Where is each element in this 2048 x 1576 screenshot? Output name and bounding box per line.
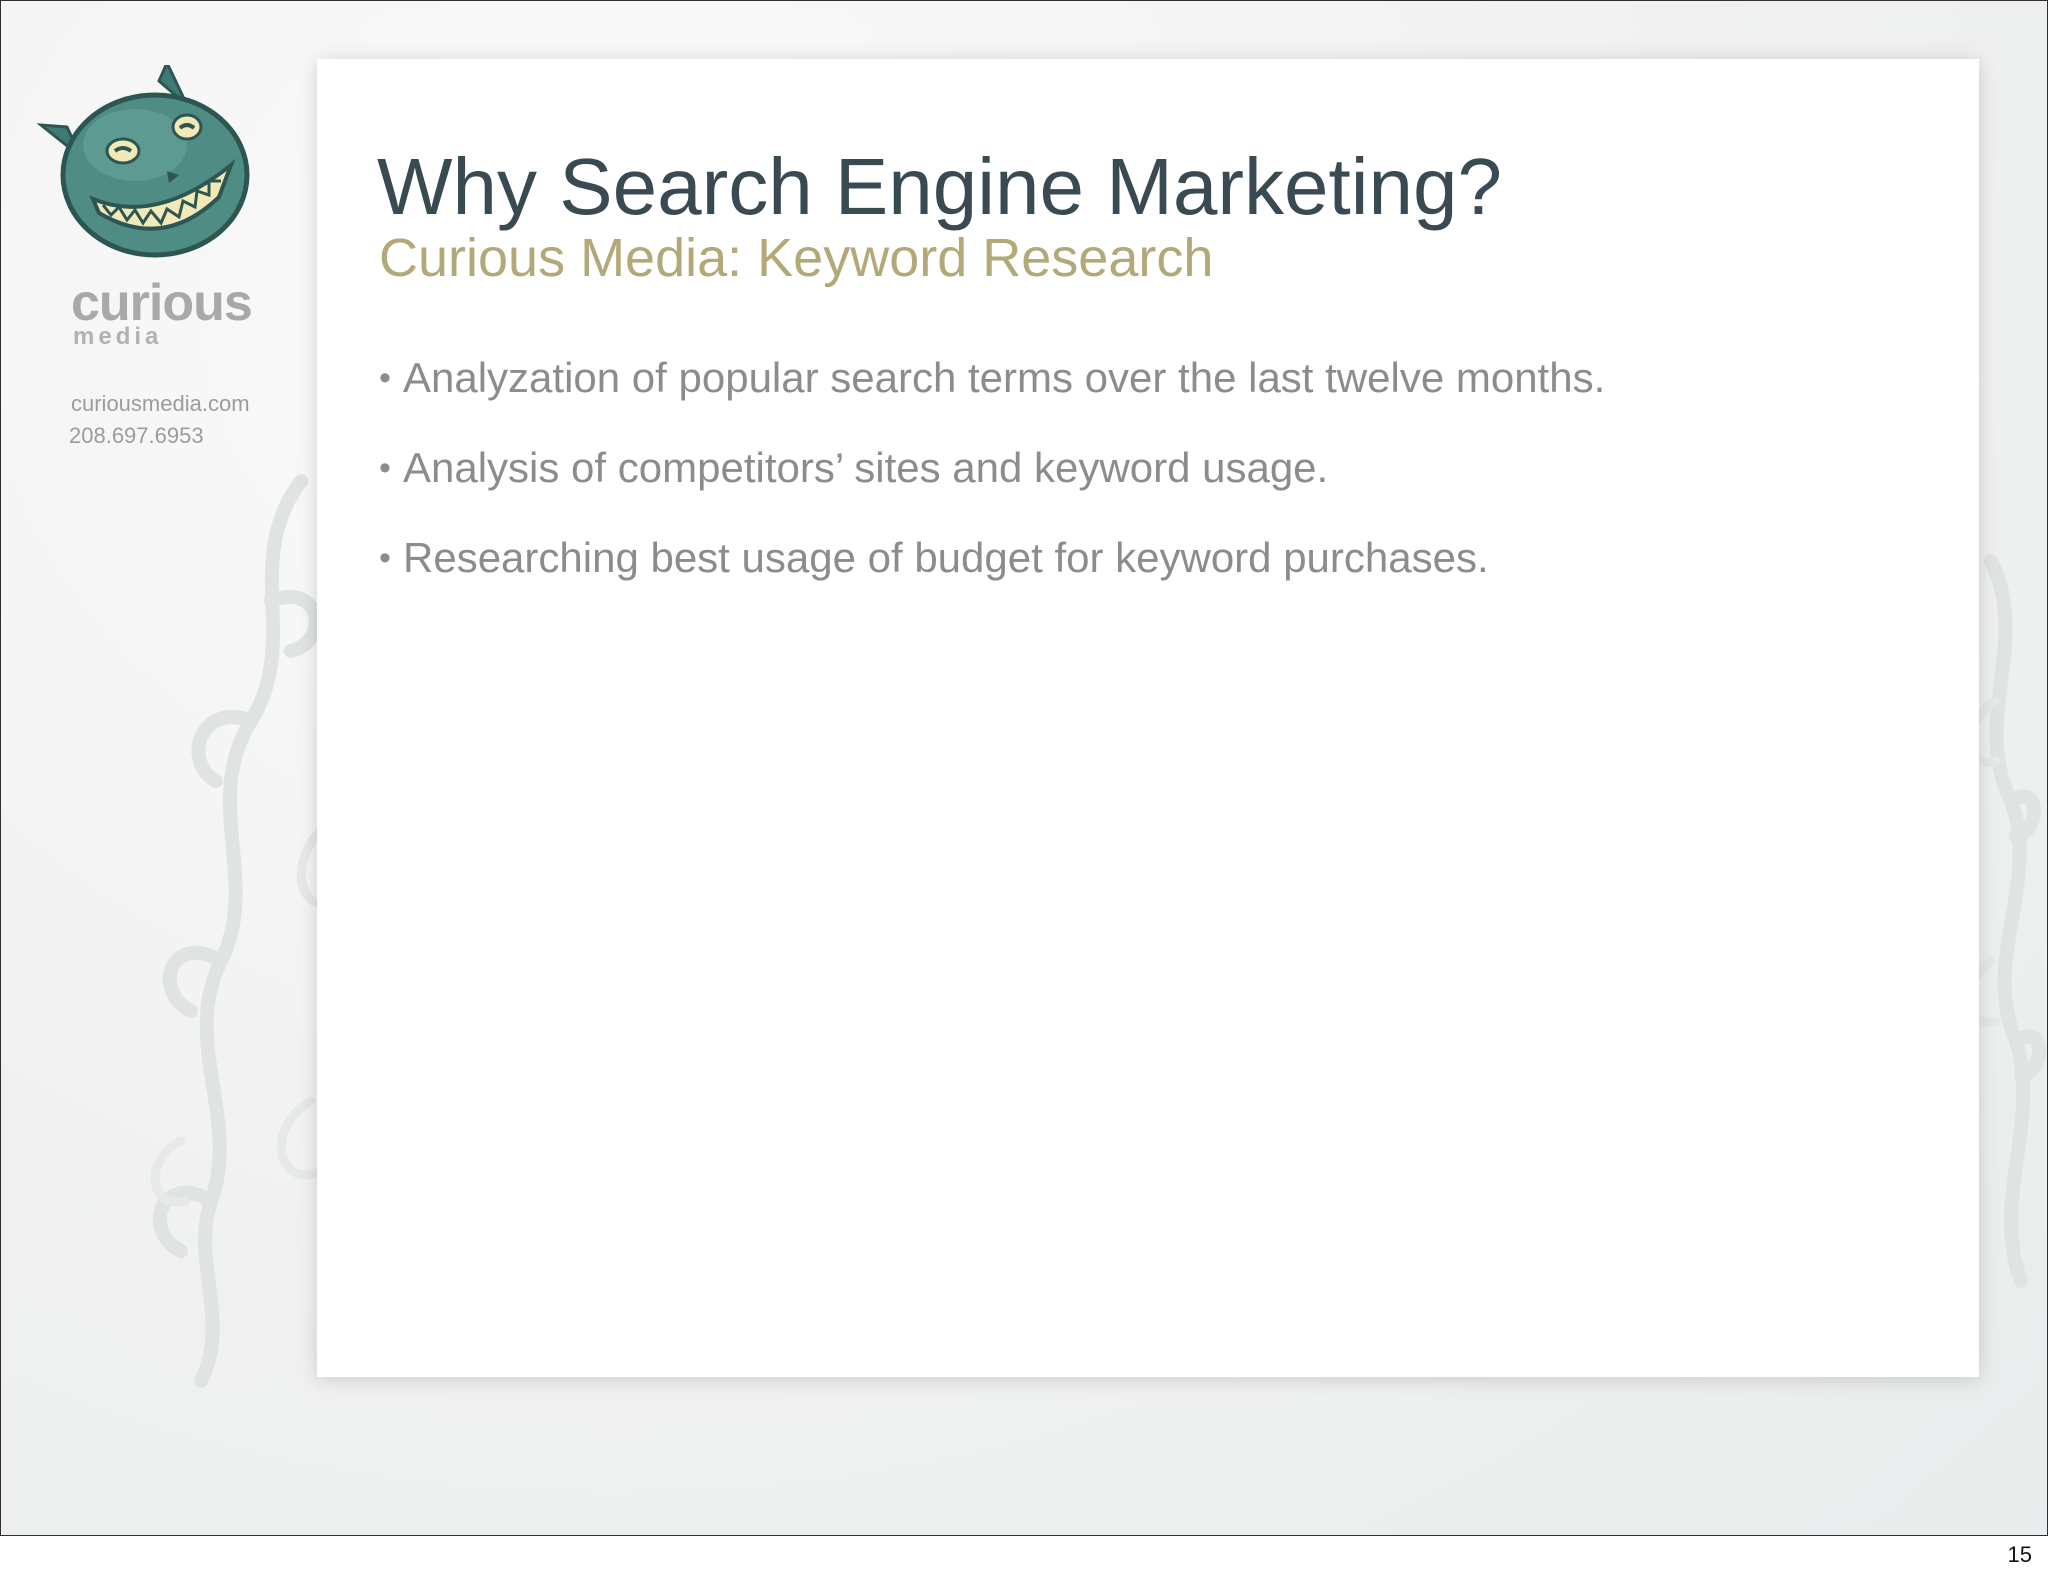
slide: curious media curiousmedia.com 208.697.6… xyxy=(0,0,2048,1536)
brand-sub-wordmark: media xyxy=(73,323,163,350)
slide-subtitle: Curious Media: Keyword Research xyxy=(379,228,1214,288)
presentation-page: curious media curiousmedia.com 208.697.6… xyxy=(0,0,2048,1576)
contact-phone: 208.697.6953 xyxy=(69,423,204,448)
grinning-cat-mascot-icon xyxy=(37,65,250,258)
bullet-list: • Analyzation of popular search terms ov… xyxy=(377,351,1605,621)
bullet-item: • Researching best usage of budget for k… xyxy=(377,531,1605,621)
contact-website: curiousmedia.com xyxy=(71,391,250,416)
bullet-dot-icon: • xyxy=(379,449,391,487)
slide-title: Why Search Engine Marketing? xyxy=(377,142,1502,231)
bullet-dot-icon: • xyxy=(379,539,391,577)
bullet-item: • Analysis of competitors’ sites and key… xyxy=(377,441,1605,531)
bullet-text: Analysis of competitors’ sites and keywo… xyxy=(403,444,1329,491)
page-number: 15 xyxy=(2007,1542,2032,1567)
bullet-item: • Analyzation of popular search terms ov… xyxy=(377,351,1605,441)
bullet-text: Analyzation of popular search terms over… xyxy=(403,354,1606,401)
bullet-dot-icon: • xyxy=(379,359,391,397)
bullet-text: Researching best usage of budget for key… xyxy=(403,534,1489,581)
